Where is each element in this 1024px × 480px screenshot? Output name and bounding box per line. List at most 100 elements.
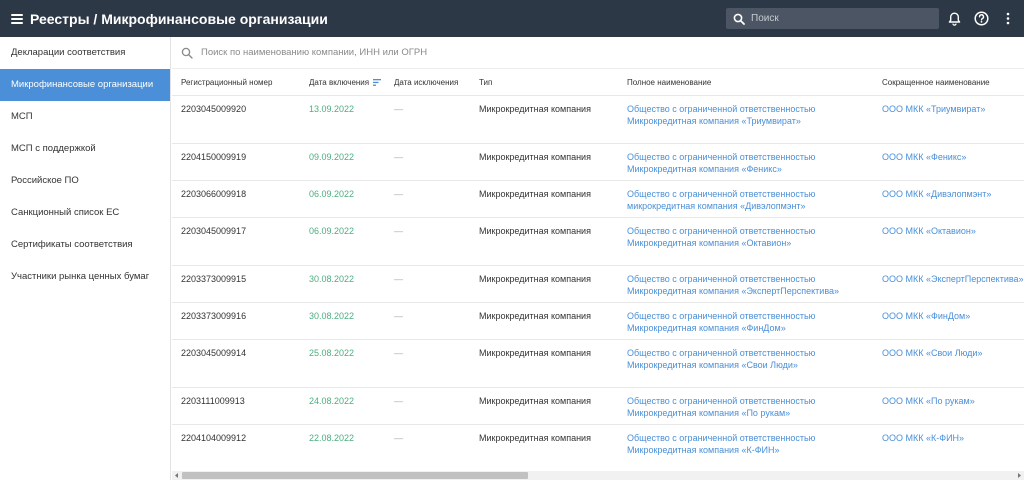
column-header-label: Дата исключения [394,78,459,87]
table-search-input[interactable] [201,47,701,58]
full-name-line: Общество с ограниченной ответственностью [627,226,816,236]
full-name-link[interactable]: Общество с ограниченной ответственностью… [627,274,839,297]
sidebar-item-russian-software[interactable]: Российское ПО [0,165,170,197]
table-row[interactable]: 2203045009914 25.08.2022 — Микрокредитна… [172,340,1024,388]
full-name-link[interactable]: Общество с ограниченной ответственностью… [627,152,815,175]
help-icon[interactable] [973,10,990,27]
column-header-type[interactable]: Тип [479,78,492,87]
sort-icon[interactable] [373,79,382,86]
short-name-link[interactable]: ООО МКК «По рукам» [882,396,975,408]
table-row[interactable]: 2203373009915 30.08.2022 — Микрокредитна… [172,266,1024,303]
reg-number: 2203045009917 [181,226,247,236]
table-row[interactable]: 2203066009918 06.09.2022 — Микрокредитна… [172,181,1024,218]
reg-number: 2203111009913 [181,396,245,406]
column-header-label: Тип [479,78,493,87]
short-name-link[interactable]: ООО МКК «Дивэлопмэнт» [882,189,991,201]
full-name-line: Общество с ограниченной ответственностью [627,274,816,284]
full-name-line: Микрокредитная компания «Свои Люди» [627,359,798,370]
full-name-line: Общество с ограниченной ответственностью [627,396,816,406]
short-name-link[interactable]: ООО МКК «ФинДом» [882,311,970,323]
reg-number: 2203045009920 [181,104,247,114]
sidebar-item-microfinance[interactable]: Микрофинансовые организации [0,69,170,101]
short-name-link[interactable]: ООО МКК «К-ФИН» [882,433,964,445]
column-header-date-in[interactable]: Дата включения [309,78,382,87]
table-row[interactable]: 2204150009919 09.09.2022 — Микрокредитна… [172,144,1024,181]
scroll-left-icon[interactable] [173,472,180,479]
short-name-link[interactable]: ООО МКК «Октавион» [882,226,976,238]
column-header-short-name[interactable]: Сокращенное наименование [882,78,990,87]
company-type: Микрокредитная компания [479,104,591,114]
main-content: Регистрационный номер Дата включения Дат… [172,37,1024,480]
date-out: — [394,104,403,114]
company-type: Микрокредитная компания [479,311,591,321]
scroll-right-icon[interactable] [1016,472,1023,479]
short-name-link[interactable]: ООО МКК «Триумвират» [882,104,985,116]
table-row[interactable]: 2203045009917 06.09.2022 — Микрокредитна… [172,218,1024,266]
table-row[interactable]: 2203373009916 30.08.2022 — Микрокредитна… [172,303,1024,340]
full-name-line: Общество с ограниченной ответственностью [627,311,816,321]
sidebar-item-securities-market[interactable]: Участники рынка ценных бумаг [0,261,170,293]
sidebar-item-msp-support[interactable]: МСП с поддержкой [0,133,170,165]
full-name-line: Общество с ограниченной ответственностью [627,348,816,358]
full-name-line: Общество с ограниченной ответственностью [627,189,816,199]
short-name-link[interactable]: ООО МКК «Свои Люди» [882,348,982,360]
reg-number: 2204150009919 [181,152,247,162]
full-name-line: Микрокредитная компания «Триумвират» [627,115,801,126]
table-row[interactable]: 2203045009920 13.09.2022 — Микрокредитна… [172,96,1024,144]
global-search[interactable] [726,8,939,29]
column-header-label: Сокращенное наименование [882,78,990,87]
menu-icon[interactable] [11,13,23,24]
horizontal-scrollbar[interactable] [172,471,1024,480]
full-name-line: Микрокредитная компания «ФинДом» [627,322,786,333]
date-out: — [394,274,403,284]
full-name-link[interactable]: Общество с ограниченной ответственностью… [627,396,815,419]
date-out: — [394,433,403,443]
table-row[interactable]: 2203111009913 24.08.2022 — Микрокредитна… [172,388,1024,425]
search-icon [181,47,193,59]
date-in: 30.08.2022 [309,311,355,321]
sidebar-item-msp[interactable]: МСП [0,101,170,133]
full-name-link[interactable]: Общество с ограниченной ответственностью… [627,189,815,212]
bell-icon[interactable] [946,10,963,27]
sidebar-item-eu-sanctions[interactable]: Санкционный список ЕС [0,197,170,229]
reg-number: 2203373009915 [181,274,247,284]
full-name-line: Общество с ограниченной ответственностью [627,433,816,443]
scrollbar-thumb[interactable] [182,472,528,479]
reg-number: 2203045009914 [181,348,247,358]
table-search[interactable] [172,37,1024,69]
full-name-link[interactable]: Общество с ограниченной ответственностью… [627,226,815,249]
column-header-full-name[interactable]: Полное наименование [627,78,711,87]
table-header: Регистрационный номер Дата включения Дат… [172,69,1024,96]
date-in: 06.09.2022 [309,226,355,236]
reg-number: 2203066009918 [181,189,247,199]
full-name-link[interactable]: Общество с ограниченной ответственностью… [627,311,815,334]
sidebar-item-declarations[interactable]: Декларации соответствия [0,37,170,69]
full-name-link[interactable]: Общество с ограниченной ответственностью… [627,104,815,127]
full-name-line: Микрокредитная компания «К-ФИН» [627,444,780,455]
company-type: Микрокредитная компания [479,226,591,236]
full-name-line: Микрокредитная компания «По рукам» [627,407,791,418]
short-name-link[interactable]: ООО МКК «ЭкспертПерспектива» [882,274,1024,286]
reg-number: 2203373009916 [181,311,247,321]
date-in: 13.09.2022 [309,104,355,114]
date-in: 06.09.2022 [309,189,355,199]
date-out: — [394,396,403,406]
full-name-line: Микрокредитная компания «ЭкспертПерспект… [627,285,840,296]
table-row[interactable]: 2204104009912 22.08.2022 — Микрокредитна… [172,425,1024,471]
short-name-link[interactable]: ООО МКК «Феникс» [882,152,966,164]
company-type: Микрокредитная компания [479,274,591,284]
global-search-input[interactable] [751,13,931,24]
date-in: 09.09.2022 [309,152,355,162]
date-in: 24.08.2022 [309,396,355,406]
column-header-date-out[interactable]: Дата исключения [394,78,458,87]
date-out: — [394,311,403,321]
full-name-link[interactable]: Общество с ограниченной ответственностью… [627,433,815,456]
full-name-link[interactable]: Общество с ограниченной ответственностью… [627,348,815,371]
company-type: Микрокредитная компания [479,396,591,406]
column-header-reg-number[interactable]: Регистрационный номер [181,78,272,87]
sidebar-item-certificates[interactable]: Сертификаты соответствия [0,229,170,261]
full-name-line: Общество с ограниченной ответственностью [627,152,816,162]
more-vertical-icon[interactable] [999,10,1016,27]
column-header-label: Полное наименование [627,78,712,87]
date-in: 25.08.2022 [309,348,355,358]
